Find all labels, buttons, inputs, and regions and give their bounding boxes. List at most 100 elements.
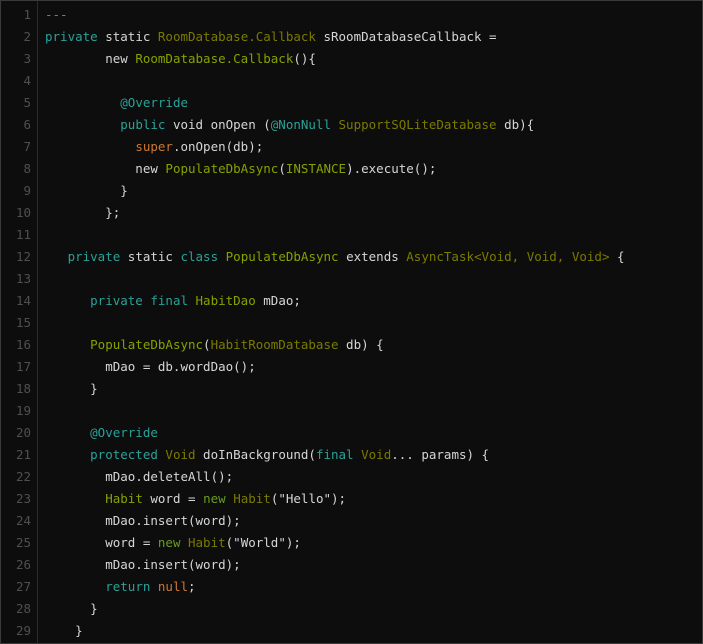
code-line-text: word = new Habit("World"); (31, 532, 301, 554)
code-line-text: super.onOpen(db); (31, 136, 263, 158)
line-number: 2 (23, 29, 31, 44)
code-line[interactable]: 25 word = new Habit("World"); (1, 532, 702, 554)
code-token: } (45, 623, 83, 638)
code-token: } (45, 183, 128, 198)
line-number: 1 (23, 7, 31, 22)
line-number: 15 (15, 315, 31, 330)
code-line[interactable]: 17 mDao = db.wordDao(); (1, 356, 702, 378)
code-line[interactable]: 12 private static class PopulateDbAsync … (1, 246, 702, 268)
code-token: mDao.insert(word); (45, 557, 241, 572)
code-line[interactable]: 1 --- (1, 4, 702, 26)
code-line-text: public void onOpen (@NonNull SupportSQLi… (31, 114, 534, 136)
code-token: @Override (120, 95, 188, 110)
code-viewer[interactable]: 1 --- 2 private static RoomDatabase.Callbac… (0, 0, 703, 644)
code-token: ("Hello"); (270, 491, 347, 506)
code-line[interactable]: 14 private final HabitDao mDao; (1, 290, 702, 312)
code-line-text: mDao.insert(word); (31, 510, 240, 532)
code-line[interactable]: 23 Habit word = new Habit("Hello"); (1, 488, 702, 510)
code-token: new (45, 161, 166, 176)
line-number: 9 (23, 183, 31, 198)
code-lines-container: 1 --- 2 private static RoomDatabase.Callbac… (1, 4, 702, 642)
code-token: ; (188, 579, 196, 594)
code-token: private (45, 29, 98, 44)
code-token: static (127, 249, 173, 264)
code-token: Void (361, 447, 392, 462)
code-line[interactable]: 16 PopulateDbAsync(HabitRoomDatabase db)… (1, 334, 702, 356)
code-line[interactable]: 4 (1, 70, 702, 92)
line-number: 5 (23, 95, 31, 110)
code-token: HabitRoomDatabase (210, 337, 339, 352)
code-token: SupportSQLiteDatabase (338, 117, 497, 132)
code-token: static (105, 29, 151, 44)
code-line-text: } (31, 598, 98, 620)
line-number: 8 (23, 161, 31, 176)
code-line[interactable]: 22 mDao.deleteAll(); (1, 466, 702, 488)
code-token: new (45, 51, 136, 66)
code-line[interactable]: 20 @Override (1, 422, 702, 444)
code-line[interactable]: 15 (1, 312, 702, 334)
code-token: mDao = db.wordDao(); (45, 359, 256, 374)
code-token: void onOpen ( (165, 117, 271, 132)
code-token: public (120, 117, 166, 132)
code-token: null (157, 579, 189, 594)
code-line[interactable]: 18 } (1, 378, 702, 400)
code-line[interactable]: 27 return null; (1, 576, 702, 598)
code-line[interactable]: 19 (1, 400, 702, 422)
line-number: 28 (15, 601, 31, 616)
code-line-text: @Override (31, 422, 158, 444)
code-token: INSTANCE (285, 161, 347, 176)
code-line[interactable]: 10 }; (1, 202, 702, 224)
code-line[interactable]: 9 } (1, 180, 702, 202)
code-line-text: new PopulateDbAsync(INSTANCE).execute(); (31, 158, 436, 180)
code-token: extends (338, 249, 407, 264)
line-number: 25 (15, 535, 31, 550)
code-token: mDao; (255, 293, 301, 308)
code-line[interactable]: 11 (1, 224, 702, 246)
code-line-text: return null; (31, 576, 196, 598)
code-line-text: --- (31, 4, 68, 26)
line-number: 11 (15, 227, 31, 242)
code-line[interactable]: 8 new PopulateDbAsync(INSTANCE).execute(… (1, 158, 702, 180)
code-line[interactable]: 7 super.onOpen(db); (1, 136, 702, 158)
code-line[interactable]: 3 new RoomDatabase.Callback(){ (1, 48, 702, 70)
code-token: @Override (90, 425, 158, 440)
code-token: db) { (338, 337, 384, 352)
code-token: ("World"); (225, 535, 301, 550)
code-line[interactable]: 6 public void onOpen (@NonNull SupportSQ… (1, 114, 702, 136)
code-line[interactable]: 13 (1, 268, 702, 290)
code-token: private final (90, 293, 188, 308)
code-token: .onOpen(db); (172, 139, 264, 154)
line-number: 17 (15, 359, 31, 374)
code-token: word = (45, 535, 158, 550)
code-line[interactable]: 5 @Override (1, 92, 702, 114)
code-line[interactable]: 21 protected Void doInBackground(final V… (1, 444, 702, 466)
line-number: 13 (15, 271, 31, 286)
code-token: sRoomDatabaseCallback = (315, 29, 497, 44)
code-line[interactable]: 24 mDao.insert(word); (1, 510, 702, 532)
code-line-text: new RoomDatabase.Callback(){ (31, 48, 316, 70)
code-line-text: } (31, 378, 98, 400)
code-line[interactable]: 26 mDao.insert(word); (1, 554, 702, 576)
code-line[interactable]: 28 } (1, 598, 702, 620)
code-line[interactable]: 29 } (1, 620, 702, 642)
line-number: 10 (15, 205, 31, 220)
code-token: PopulateDbAsync (165, 161, 279, 176)
code-token: final (315, 447, 354, 462)
code-token: mDao.deleteAll(); (45, 469, 234, 484)
code-line[interactable]: 2 private static RoomDatabase.Callback sR… (1, 26, 702, 48)
